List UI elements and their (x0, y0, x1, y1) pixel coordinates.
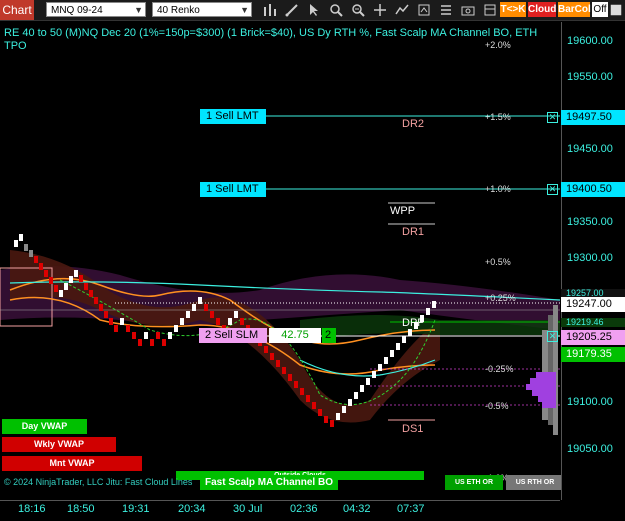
price-tick: 19050.00 (567, 443, 613, 455)
level-dr1: DR1 (402, 226, 425, 238)
crosshair-icon[interactable] (372, 2, 388, 18)
off-toggle-button[interactable]: Off (592, 2, 608, 17)
price-tick: 19600.00 (567, 35, 613, 47)
price-tick: 19450.00 (567, 143, 613, 155)
level-wpp: WPP (390, 205, 416, 217)
tk-toggle-button[interactable]: T<>K (500, 2, 526, 17)
period-value: 40 Renko (157, 5, 200, 16)
instrument-value: MNQ 09-24 (51, 5, 103, 16)
time-tick: 02:36 (290, 503, 318, 515)
drawing-tools-icon[interactable] (284, 2, 300, 18)
fast-scalp-button[interactable]: Fast Scalp MA Channel BO (200, 475, 338, 490)
level-dr2: DR2 (402, 118, 425, 130)
sell-slm-qty[interactable]: 2 (322, 328, 336, 343)
price-tag-sell-lmt-1: 19497.50 (561, 110, 625, 125)
price-tick: 19350.00 (567, 216, 613, 228)
toolbar: Chart MNQ 09-24 ▼ 40 Renko ▼ T<>K Cloud Ba… (0, 0, 625, 21)
price-tag-last: 19247.00 (561, 297, 625, 312)
sell-lmt-order-2[interactable]: 1 Sell LMT (200, 182, 266, 197)
cursor-icon[interactable] (306, 2, 322, 18)
zoom-out-icon[interactable] (350, 2, 366, 18)
chevron-down-icon: ▼ (240, 5, 249, 15)
data-box-icon[interactable] (482, 2, 498, 18)
close-order-icon[interactable]: ✕ (547, 112, 558, 123)
time-tick: 18:50 (67, 503, 95, 515)
time-tick: 07:37 (397, 503, 425, 515)
bar-chart-icon[interactable] (262, 2, 278, 18)
pct-label-minus-0-25: -0.25% (485, 364, 514, 374)
chart-panel[interactable]: RE 40 to 50 (M)NQ Dec 20 (1%=150p=$300) … (0, 22, 564, 500)
chevron-down-icon: ▼ (134, 5, 143, 15)
zoom-in-icon[interactable] (328, 2, 344, 18)
pct-label-minus-0-5: -0.5% (485, 401, 509, 411)
strategy-icon[interactable] (416, 2, 432, 18)
chart-menu-button[interactable]: Chart (0, 0, 34, 20)
level-dpp: DPP (402, 317, 425, 329)
time-tick: 19:31 (122, 503, 150, 515)
camera-icon[interactable] (460, 2, 476, 18)
day-vwap-button[interactable]: Day VWAP (2, 419, 87, 434)
time-tick: 18:16 (18, 503, 46, 515)
pct-label-plus-2: +2.0% (485, 40, 511, 50)
price-tick: 19300.00 (567, 252, 613, 264)
footer-copyright: © 2024 NinjaTrader, LLC Jitu: Fast Cloud… (4, 477, 193, 487)
chart-title: RE 40 to 50 (M)NQ Dec 20 (1%=150p=$300) … (4, 27, 538, 52)
properties-icon[interactable] (609, 2, 623, 18)
sell-slm-order[interactable]: 2 Sell SLM (199, 328, 267, 343)
price-tag-lower: 19179.35 (561, 347, 625, 362)
price-axis[interactable]: 19600.00 19550.00 19450.00 19350.00 1930… (561, 22, 625, 500)
list-icon[interactable] (438, 2, 454, 18)
pct-label-plus-0-5: +0.5% (485, 257, 511, 267)
price-tick: 19550.00 (567, 71, 613, 83)
mnt-vwap-button[interactable]: Mnt VWAP (2, 456, 142, 471)
us-rth-or-button[interactable]: US RTH OR (506, 475, 564, 490)
time-tick: 30 Jul (233, 503, 263, 515)
price-tag-sell-slm: 19205.25 (561, 330, 625, 345)
sell-lmt-order-1[interactable]: 1 Sell LMT (200, 109, 266, 124)
wkly-vwap-button[interactable]: Wkly VWAP (2, 437, 116, 452)
pct-label-plus-0-25: +0.25% (485, 293, 516, 303)
time-tick: 20:34 (178, 503, 206, 515)
price-tag-sell-lmt-2: 19400.50 (561, 182, 625, 197)
cloud-toggle-button[interactable]: Cloud (528, 2, 556, 17)
us-eth-or-button[interactable]: US ETH OR (445, 475, 503, 490)
close-order-icon[interactable]: ✕ (547, 184, 558, 195)
barcol-toggle-button[interactable]: BarCol (558, 2, 591, 17)
period-selector[interactable]: 40 Renko ▼ (152, 2, 252, 17)
level-ds1: DS1 (402, 423, 424, 435)
close-order-icon[interactable]: ✕ (547, 331, 558, 342)
price-tag-partial-mid: 19219.46 (561, 318, 625, 327)
pct-label-plus-1-5: +1.5% (485, 112, 511, 122)
pct-label-plus-1: +1.0% (485, 184, 511, 194)
time-tick: 04:32 (343, 503, 371, 515)
price-tick: 19100.00 (567, 396, 613, 408)
instrument-selector[interactable]: MNQ 09-24 ▼ (46, 2, 146, 17)
sell-slm-price[interactable]: 42.75 (269, 328, 321, 343)
indicator-icon[interactable] (394, 2, 410, 18)
